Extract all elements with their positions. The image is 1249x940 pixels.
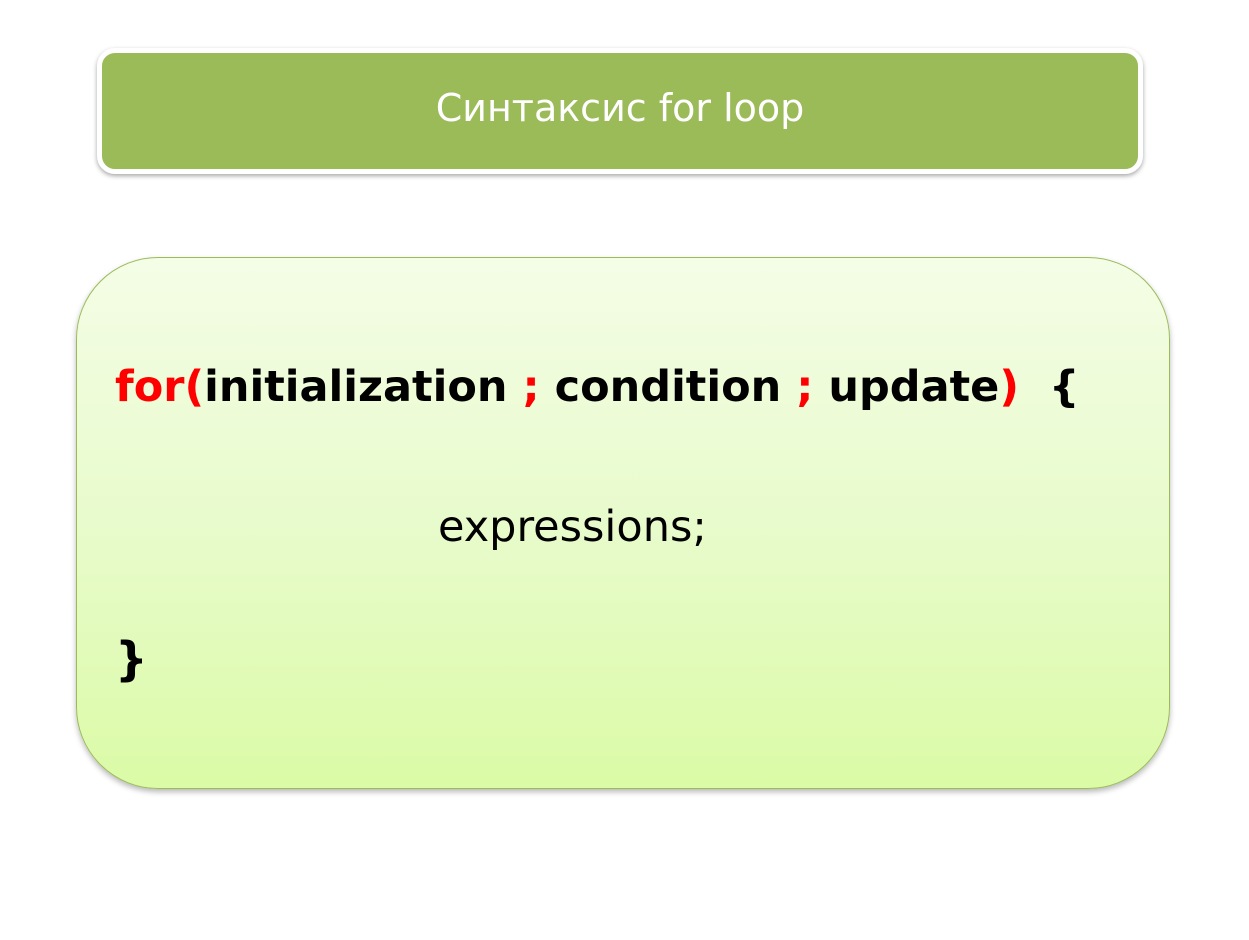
open-brace: { [1018, 362, 1080, 412]
separator-semicolon-2: ; [781, 362, 829, 412]
condition-text: condition [554, 362, 782, 412]
title-banner: Синтаксис for loop [97, 48, 1143, 174]
for-statement-line: for(initialization ; condition ; update)… [115, 362, 1080, 412]
for-keyword: for [115, 362, 185, 412]
separator-semicolon-1: ; [507, 362, 555, 412]
update-text: update [828, 362, 1000, 412]
close-brace: } [115, 632, 148, 686]
close-paren: ) [999, 362, 1019, 412]
initialization-text: initialization [204, 362, 508, 412]
slide-title: Синтаксис for loop [435, 86, 805, 130]
code-panel: for(initialization ; condition ; update)… [76, 257, 1170, 789]
expressions-line: expressions; [438, 502, 707, 552]
open-paren: ( [184, 362, 205, 412]
